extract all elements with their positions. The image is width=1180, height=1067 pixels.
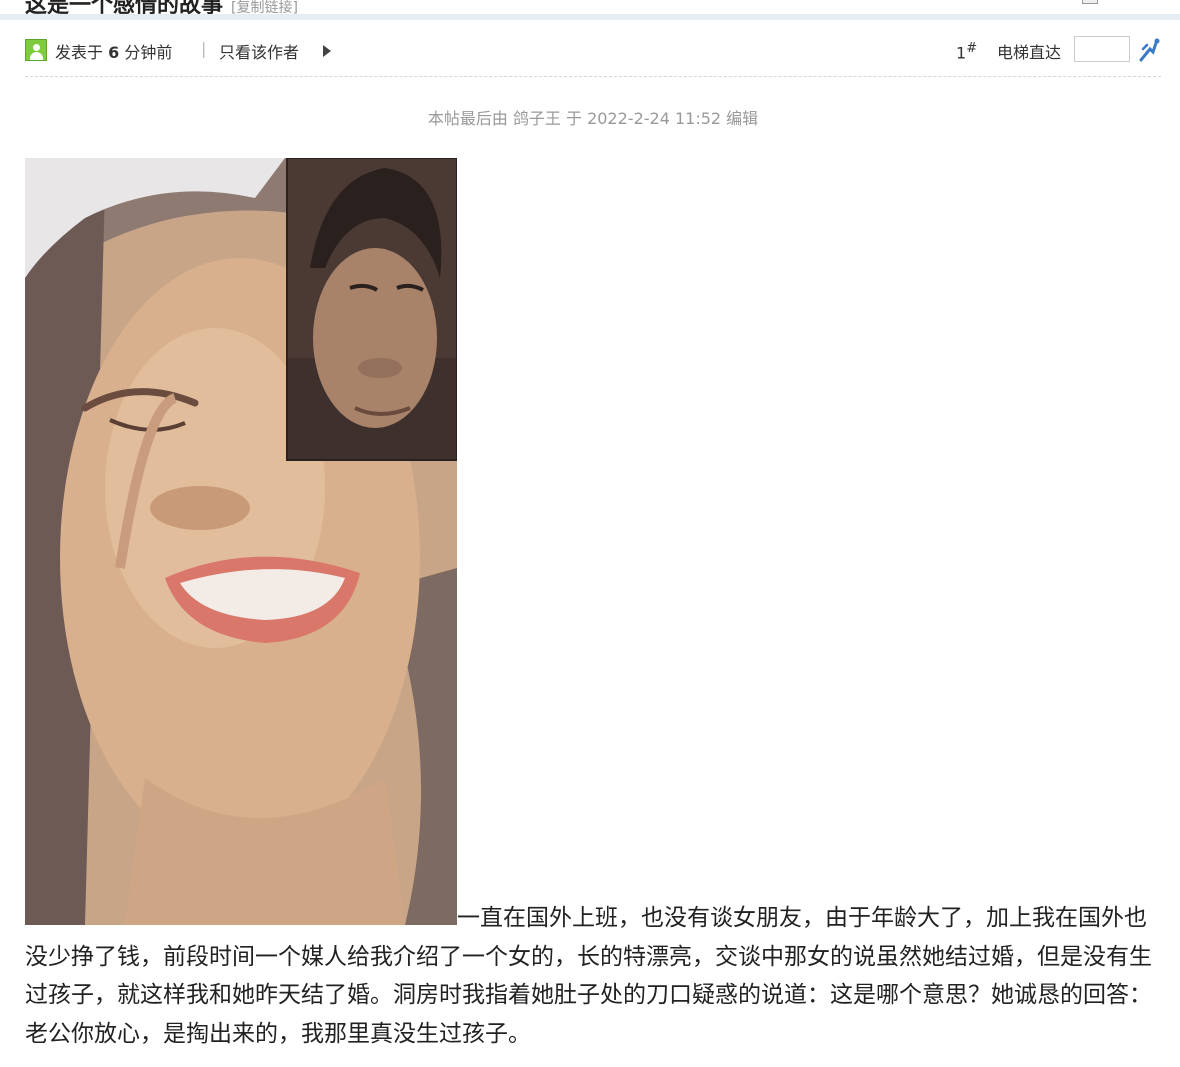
post-image[interactable] [25,158,457,925]
only-author-link[interactable]: 只看该作者 [219,39,299,63]
floor-mark: # [966,41,978,56]
posted-suffix: 分钟前 [124,43,173,62]
post-time: 发表于 6 分钟前 [55,39,172,63]
posted-minutes: 6 [108,43,120,62]
thread-title: 这是一个感情的故事 [复制链接] [25,0,298,14]
elevator-input[interactable] [1074,36,1130,62]
avatar-icon[interactable] [25,39,47,61]
print-icon[interactable] [1082,0,1098,4]
elevator-label: 电梯直达 [997,43,1062,62]
elevator-go-icon[interactable] [1137,36,1161,62]
header-divider [0,14,1180,20]
thread-title-bar: 这是一个感情的故事 [复制链接] [0,0,1180,14]
meta-divider [25,76,1161,77]
triangle-right-icon[interactable] [323,45,331,57]
meta-separator: | [201,39,207,58]
edit-note: 本帖最后由 鸽子王 于 2022-2-24 11:52 编辑 [427,109,759,128]
floor-number-value: 1 [956,43,967,63]
floor-number[interactable]: 1# [956,41,977,62]
post-body: 一直在国外上班，也没有谈女朋友，由于年龄大了，加上我在国外也没少挣了钱，前段时间… [25,899,1165,1053]
thread-title-text: 这是一个感情的故事 [25,0,224,14]
copy-link[interactable]: [复制链接] [231,0,298,14]
post-body-text: 一直在国外上班，也没有谈女朋友，由于年龄大了，加上我在国外也没少挣了钱，前段时间… [25,905,1152,1047]
post-meta-bar: 发表于 6 分钟前 | 只看该作者 1# 电梯直达 [25,36,1161,63]
posted-prefix: 发表于 [55,43,104,62]
